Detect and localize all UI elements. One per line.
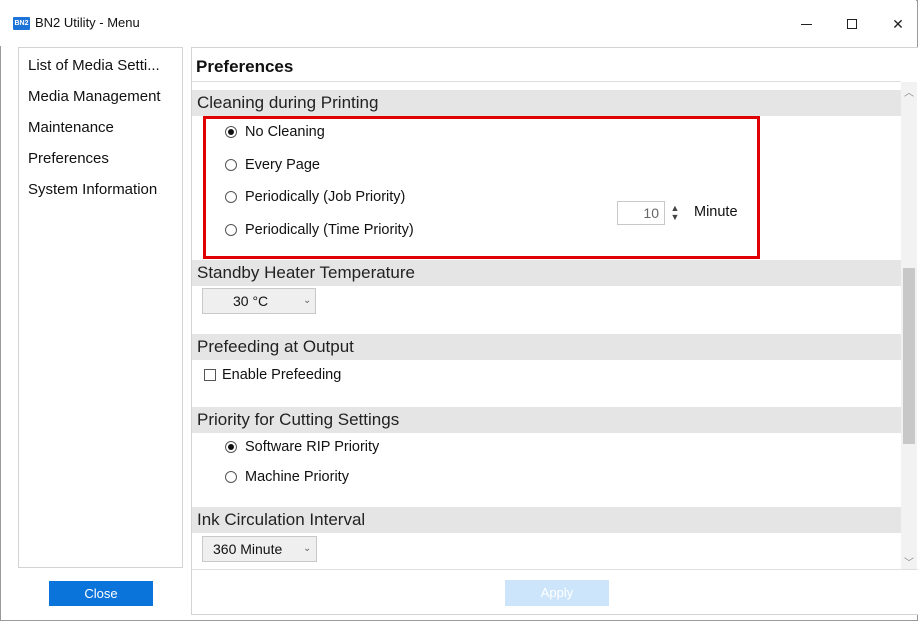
window-title: BN2 Utility - Menu <box>35 15 140 30</box>
maximize-icon <box>847 19 857 29</box>
section-header-ink-circulation: Ink Circulation Interval <box>192 507 902 533</box>
highlight-box <box>203 116 760 259</box>
close-button[interactable]: Close <box>49 581 153 606</box>
minimize-icon <box>800 23 812 25</box>
section-header-prefeeding: Prefeeding at Output <box>192 334 902 360</box>
checkbox-label: Enable Prefeeding <box>222 367 342 383</box>
scroll-up-icon[interactable]: ︿ <box>901 84 917 99</box>
footer-divider <box>192 569 918 570</box>
dropdown-value: 360 Minute <box>213 541 283 557</box>
scrollbar-thumb[interactable] <box>903 268 915 444</box>
section-header-cleaning: Cleaning during Printing <box>192 90 902 116</box>
radio-checked-icon <box>225 441 237 453</box>
minimize-button[interactable] <box>783 10 829 38</box>
close-icon: ✕ <box>892 15 904 32</box>
vertical-scrollbar[interactable]: ︿ ﹀ <box>901 82 917 569</box>
title-bar: BN2 BN2 Utility - Menu ✕ <box>0 0 916 46</box>
ink-circulation-dropdown[interactable]: 360 Minute ⌄ <box>202 536 317 562</box>
section-header-cutting-priority: Priority for Cutting Settings <box>192 407 902 433</box>
title-divider <box>192 81 901 82</box>
app-logo-icon: BN2 <box>13 17 30 30</box>
radio-software-rip-priority[interactable]: Software RIP Priority <box>225 439 379 455</box>
checkbox-unchecked-icon <box>204 369 216 381</box>
sidebar-item-system-information[interactable]: System Information <box>28 181 157 198</box>
radio-label: Machine Priority <box>245 469 349 485</box>
standby-temperature-dropdown[interactable]: 30 °C ⌄ <box>202 288 316 314</box>
radio-unchecked-icon <box>225 471 237 483</box>
maximize-button[interactable] <box>829 10 875 38</box>
sidebar-item-media-management[interactable]: Media Management <box>28 88 161 105</box>
section-header-standby-heater: Standby Heater Temperature <box>192 260 902 286</box>
page-title: Preferences <box>196 57 294 76</box>
chevron-down-icon: ⌄ <box>303 543 312 554</box>
enable-prefeeding-checkbox[interactable]: Enable Prefeeding <box>204 367 341 383</box>
chevron-down-icon: ⌄ <box>303 295 312 306</box>
sidebar-item-preferences[interactable]: Preferences <box>28 150 109 167</box>
dropdown-value: 30 °C <box>233 293 269 309</box>
close-window-button[interactable]: ✕ <box>875 10 918 38</box>
sidebar-item-list-of-media-settings[interactable]: List of Media Setti... <box>28 57 160 74</box>
radio-machine-priority[interactable]: Machine Priority <box>225 469 349 485</box>
scroll-down-icon[interactable]: ﹀ <box>901 554 917 569</box>
radio-label: Software RIP Priority <box>245 439 380 455</box>
apply-button[interactable]: Apply <box>505 580 609 606</box>
sidebar-item-maintenance[interactable]: Maintenance <box>28 119 114 136</box>
